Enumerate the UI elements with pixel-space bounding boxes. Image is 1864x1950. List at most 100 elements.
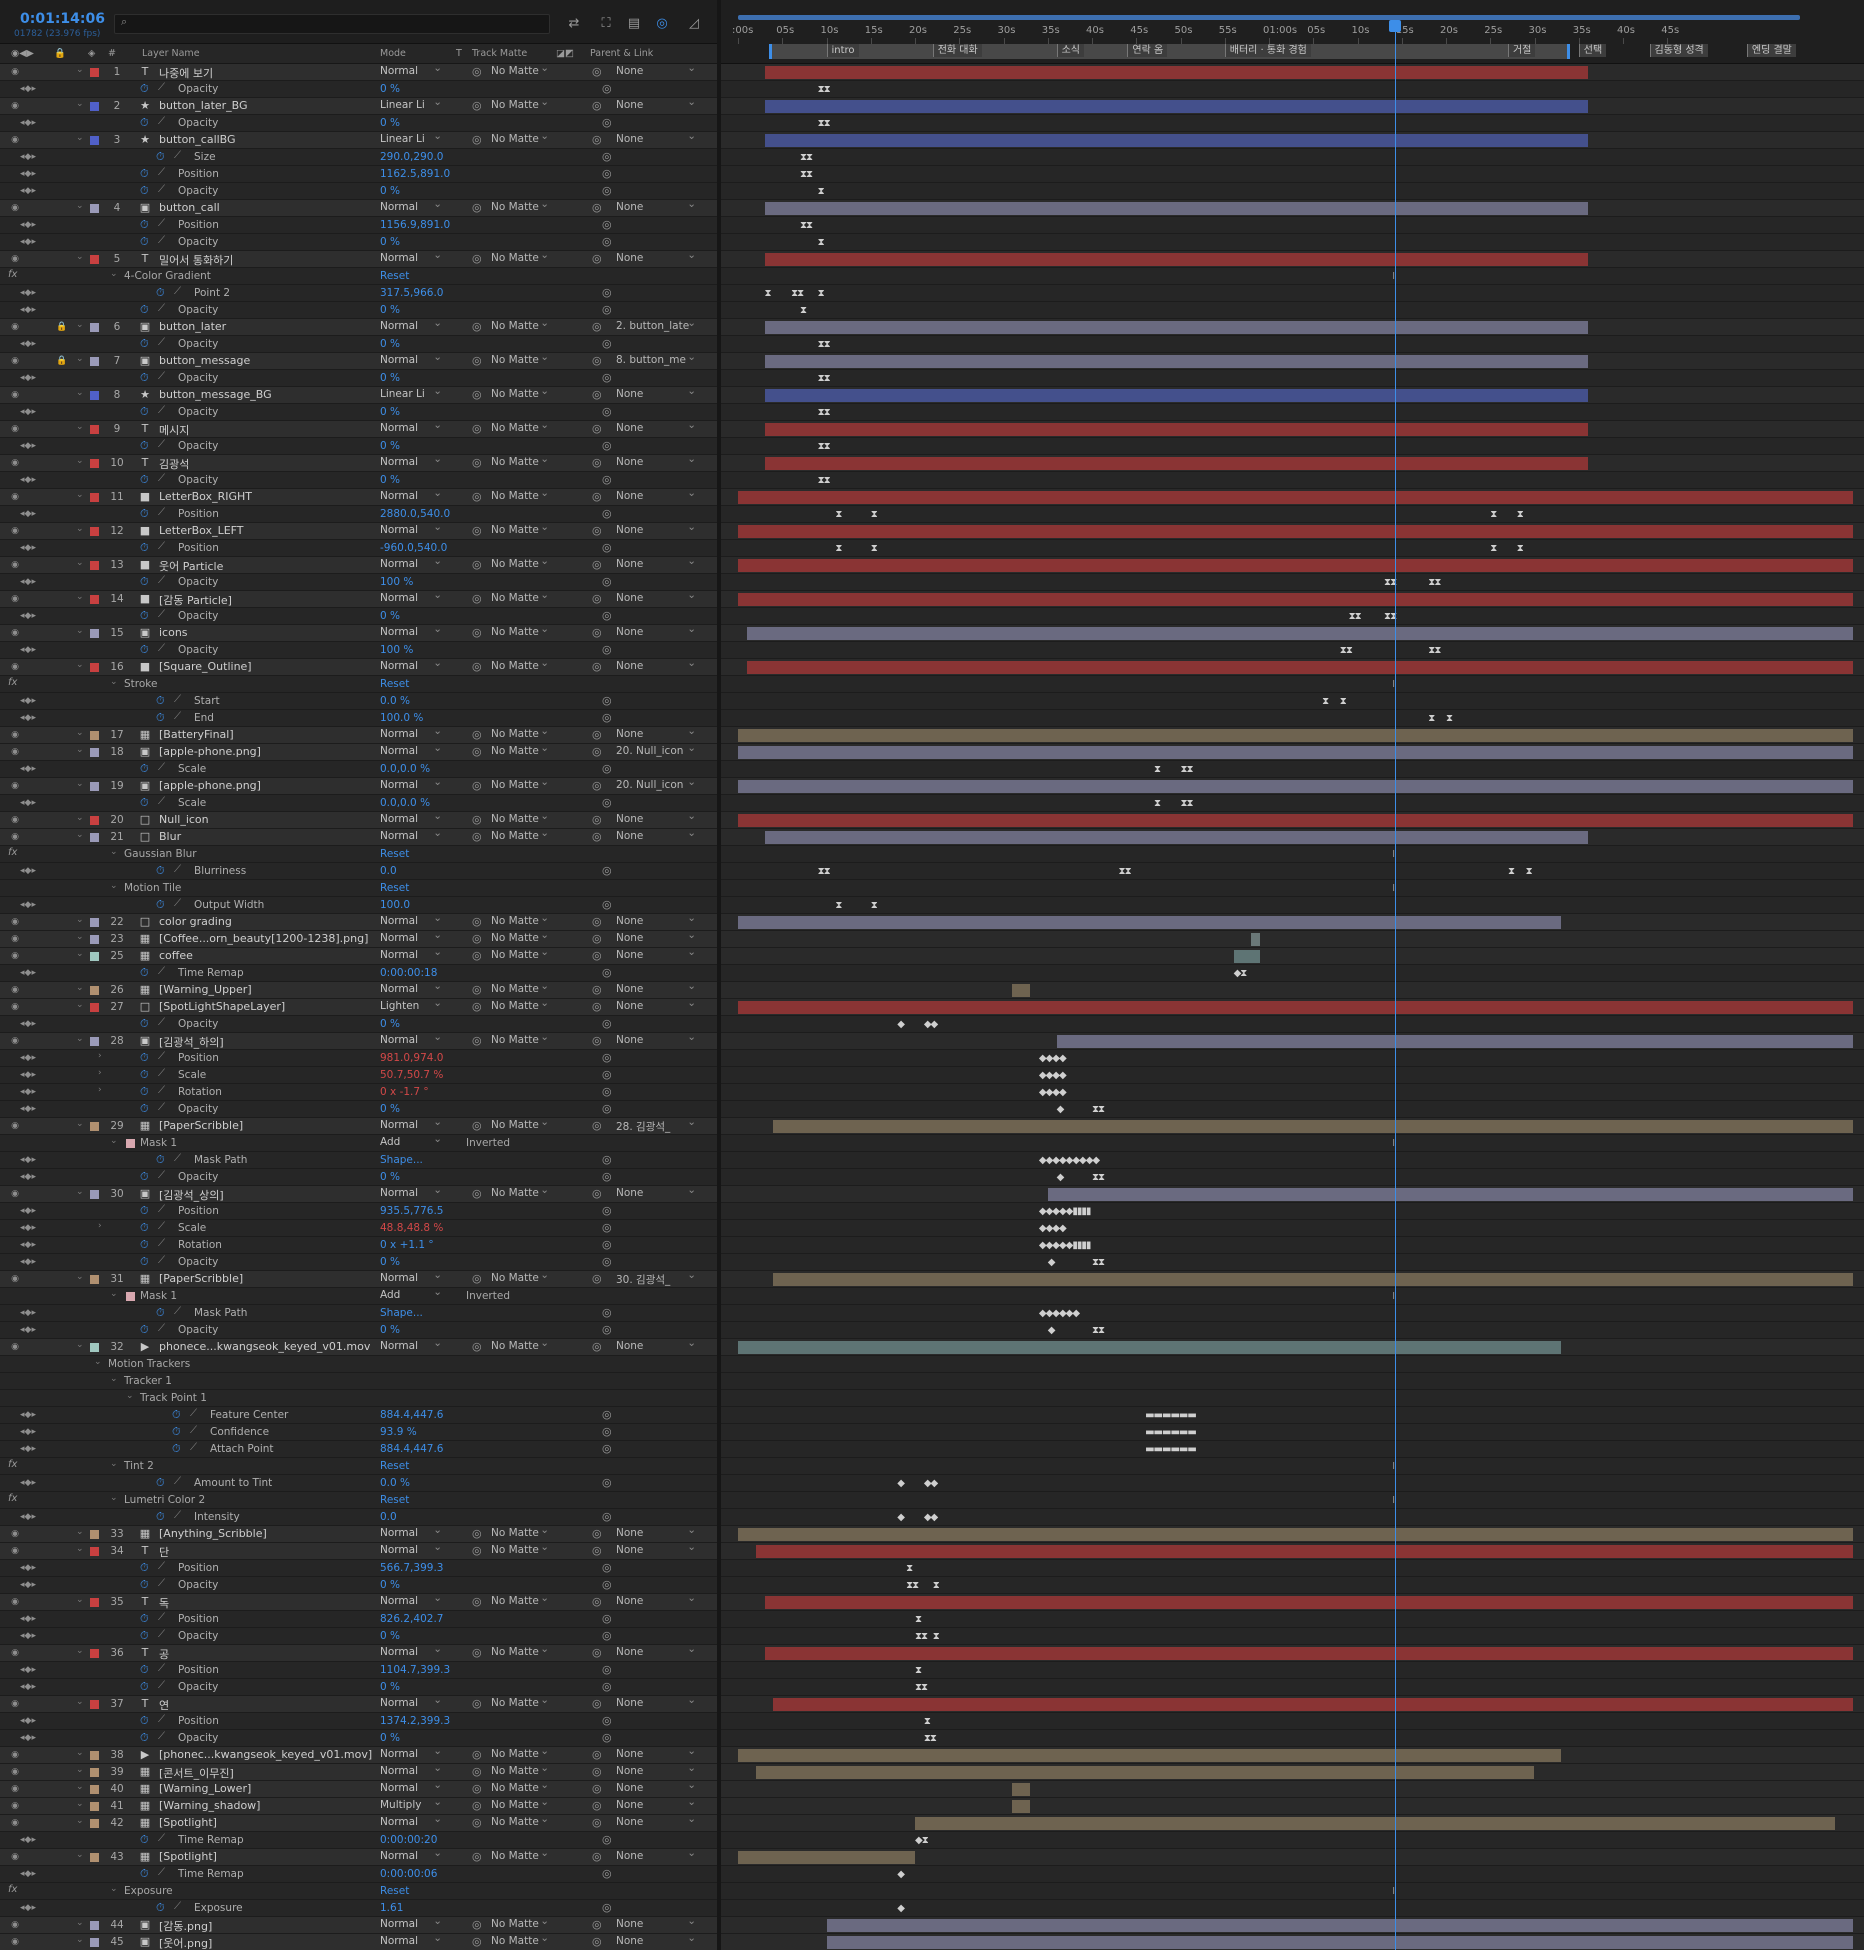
parent-dropdown[interactable]: None	[616, 949, 698, 961]
keyframe[interactable]: ◆	[1057, 1172, 1065, 1183]
keyframe[interactable]: ⧗	[1517, 509, 1524, 520]
layer-duration-bar[interactable]	[826, 1936, 1854, 1949]
expand-twirl-icon[interactable]: ⌄	[76, 354, 84, 364]
visibility-eye-icon[interactable]: ◉	[10, 492, 20, 502]
parent-dropdown[interactable]: None	[616, 626, 698, 638]
visibility-eye-icon[interactable]: ◉	[10, 951, 20, 961]
visibility-eye-icon[interactable]: ◉	[10, 594, 20, 604]
layer-name[interactable]: 웃어 Particle	[159, 558, 374, 574]
layer-duration-bar[interactable]	[1056, 1035, 1854, 1048]
stopwatch-icon[interactable]: ⏱	[140, 1068, 149, 1082]
property-row[interactable]: ◂◆▸ › ⏱ ⟋ Scale 48.8,48.8 % ◎	[0, 1220, 717, 1237]
parent-dropdown[interactable]: None	[616, 1918, 698, 1930]
keyframe[interactable]: ⧗⧗	[818, 373, 831, 384]
property-value[interactable]: 0 %	[380, 1579, 400, 1591]
expand-twirl-icon[interactable]: ⌄	[76, 1272, 84, 1282]
visibility-eye-icon[interactable]: ◉	[10, 1784, 20, 1794]
parent-pickwhip-icon[interactable]: ◎	[592, 1272, 602, 1285]
property-row[interactable]: ◂◆▸ ⏱ ⟋ Position 1374.2,399.3 ◎	[0, 1713, 717, 1730]
parent-dropdown[interactable]: None	[616, 1646, 698, 1658]
keyframe-nav-icon[interactable]: ◂◆▸	[10, 1172, 46, 1182]
property-value[interactable]: 48.8,48.8 %	[380, 1222, 443, 1234]
property-value[interactable]: 981.0,974.0	[380, 1052, 443, 1064]
keyframe[interactable]: ◆	[1048, 1325, 1056, 1336]
keyframe-nav-icon[interactable]: ◂◆▸	[10, 1665, 46, 1675]
stopwatch-icon[interactable]: ⏱	[140, 1612, 149, 1626]
layer-duration-bar[interactable]	[1047, 1188, 1854, 1201]
track-matte-dropdown[interactable]: No Matte	[491, 62, 551, 77]
preserve-transparency-icon[interactable]: ◎	[472, 133, 482, 146]
stopwatch-icon[interactable]: ⏱	[140, 966, 149, 980]
expand-twirl-icon[interactable]: ⌄	[76, 1935, 84, 1945]
visibility-eye-icon[interactable]	[10, 1138, 20, 1148]
parent-pickwhip-icon[interactable]: ◎	[592, 949, 602, 962]
property-row[interactable]: ◂◆▸ ⏱ ⟋ Attach Point 884.4,447.6 ◎	[0, 1441, 717, 1458]
label-color-swatch[interactable]	[90, 1700, 99, 1709]
property-value[interactable]: 0 %	[380, 474, 400, 486]
parent-pickwhip-icon[interactable]: ◎	[592, 133, 602, 146]
lock-icon[interactable]	[56, 1342, 66, 1352]
layer-name[interactable]: [SpotLightShapeLayer]	[159, 1000, 374, 1013]
keyframe[interactable]: ⧗	[1490, 509, 1497, 520]
expand-twirl-icon[interactable]: ⌄	[76, 1187, 84, 1197]
layer-row[interactable]: ◉ ⌄ 15 ▣ icons Normal ◎ No Matte ◎ None	[0, 623, 717, 642]
label-color-swatch[interactable]	[90, 1547, 99, 1556]
keyframe[interactable]: ⧗⧗	[818, 475, 831, 486]
keyframe[interactable]: ⧗	[835, 543, 842, 554]
expression-pickwhip-icon[interactable]: ◎	[602, 184, 612, 197]
lock-icon[interactable]	[56, 934, 66, 944]
keyframe-nav-icon[interactable]: ◂◆▸	[10, 237, 46, 247]
graph-icon[interactable]: ⟋	[174, 898, 181, 909]
parent-dropdown[interactable]: None	[616, 456, 698, 468]
parent-pickwhip-icon[interactable]: ◎	[592, 65, 602, 78]
parent-pickwhip-icon[interactable]: ◎	[592, 354, 602, 367]
track-matte-dropdown[interactable]: No Matte	[491, 1932, 551, 1947]
property-row[interactable]: ◂◆▸ ⏱ ⟋ Position 935.5,776.5 ◎	[0, 1203, 717, 1220]
expand-twirl-icon[interactable]: ⌄	[76, 1544, 84, 1554]
layer-duration-bar[interactable]	[764, 1647, 1854, 1660]
keyframe-nav-icon[interactable]: ◂◆▸	[10, 186, 46, 196]
track-matte-dropdown[interactable]: No Matte	[491, 419, 551, 434]
label-color-swatch[interactable]	[90, 391, 99, 400]
layer-row[interactable]: ◉ ⌄ 39 ▦ [콘서트_이무진] Normal ◎ No Matte ◎ None	[0, 1762, 717, 1781]
preserve-transparency-icon[interactable]: ◎	[472, 1646, 482, 1659]
keyframe-nav-icon[interactable]: ◂◆▸	[10, 645, 46, 655]
expression-pickwhip-icon[interactable]: ◎	[602, 1068, 612, 1081]
layer-row[interactable]: ◉ 🔒 ⌄ 6 ▣ button_later Normal ◎ No Matte ◎ 2. butt…	[0, 317, 717, 336]
layer-row[interactable]: ◉ ⌄ 5 T 밀어서 통화하기 Normal ◎ No Matte ◎ None	[0, 249, 717, 268]
keyframe-nav-icon[interactable]: ◂◆▸	[10, 475, 46, 485]
property-value[interactable]: 826.2,402.7	[380, 1613, 443, 1625]
mode-dropdown[interactable]: Normal	[380, 626, 444, 640]
layer-name[interactable]: [BatteryFinal]	[159, 728, 374, 741]
keyframe-nav-icon[interactable]: ◂◆▸	[10, 1019, 46, 1029]
keyframe[interactable]: ◆	[1048, 1257, 1056, 1268]
graph-icon[interactable]: ⟋	[158, 762, 165, 773]
lock-icon[interactable]	[56, 594, 66, 604]
stopwatch-icon[interactable]: ⏱	[140, 303, 149, 317]
keyframe-nav-icon[interactable]: ◂◆▸	[10, 118, 46, 128]
stopwatch-icon[interactable]: ⏱	[140, 218, 149, 232]
visibility-eye-icon[interactable]: ◉	[10, 1274, 20, 1284]
property-row[interactable]: ◂◆▸ ⏱ ⟋ Opacity 0 % ◎	[0, 115, 717, 132]
label-color-swatch[interactable]	[90, 1819, 99, 1828]
keyframe[interactable]: ⧗⧗	[1181, 798, 1194, 809]
layer-duration-bar[interactable]	[755, 1545, 1854, 1558]
keyframe-nav-icon[interactable]: ◂◆▸	[10, 1206, 46, 1216]
reset-link[interactable]: Reset	[380, 678, 409, 690]
keyframe-nav-icon[interactable]: ◂◆▸	[10, 1223, 46, 1233]
keyframe-nav-icon[interactable]: ◂◆▸	[10, 1478, 46, 1488]
layer-row[interactable]: ◉ ⌄ 35 T독 Normal ◎ No Matte ◎ None	[0, 1592, 717, 1611]
keyframe[interactable]: ⧗⧗	[818, 118, 831, 129]
property-value[interactable]: Shape...	[380, 1154, 423, 1166]
keyframe-nav-icon[interactable]: ◂◆▸	[10, 543, 46, 553]
lock-icon[interactable]	[56, 492, 66, 502]
layer-row[interactable]: ◉ ⌄ 45 ▣ [웃어.png] Normal ◎ No Matte ◎ None	[0, 1932, 717, 1950]
graph-icon[interactable]: ⟋	[158, 1255, 165, 1266]
expand-twirl-icon[interactable]: ⌄	[110, 1493, 118, 1503]
expression-pickwhip-icon[interactable]: ◎	[602, 82, 612, 95]
stopwatch-icon[interactable]: ⏱	[156, 1153, 165, 1167]
label-color-swatch[interactable]	[90, 833, 99, 842]
keyframe[interactable]: ⧗	[924, 1716, 931, 1727]
expand-twirl-icon[interactable]: ⌄	[76, 1799, 84, 1809]
expression-pickwhip-icon[interactable]: ◎	[602, 1731, 612, 1744]
